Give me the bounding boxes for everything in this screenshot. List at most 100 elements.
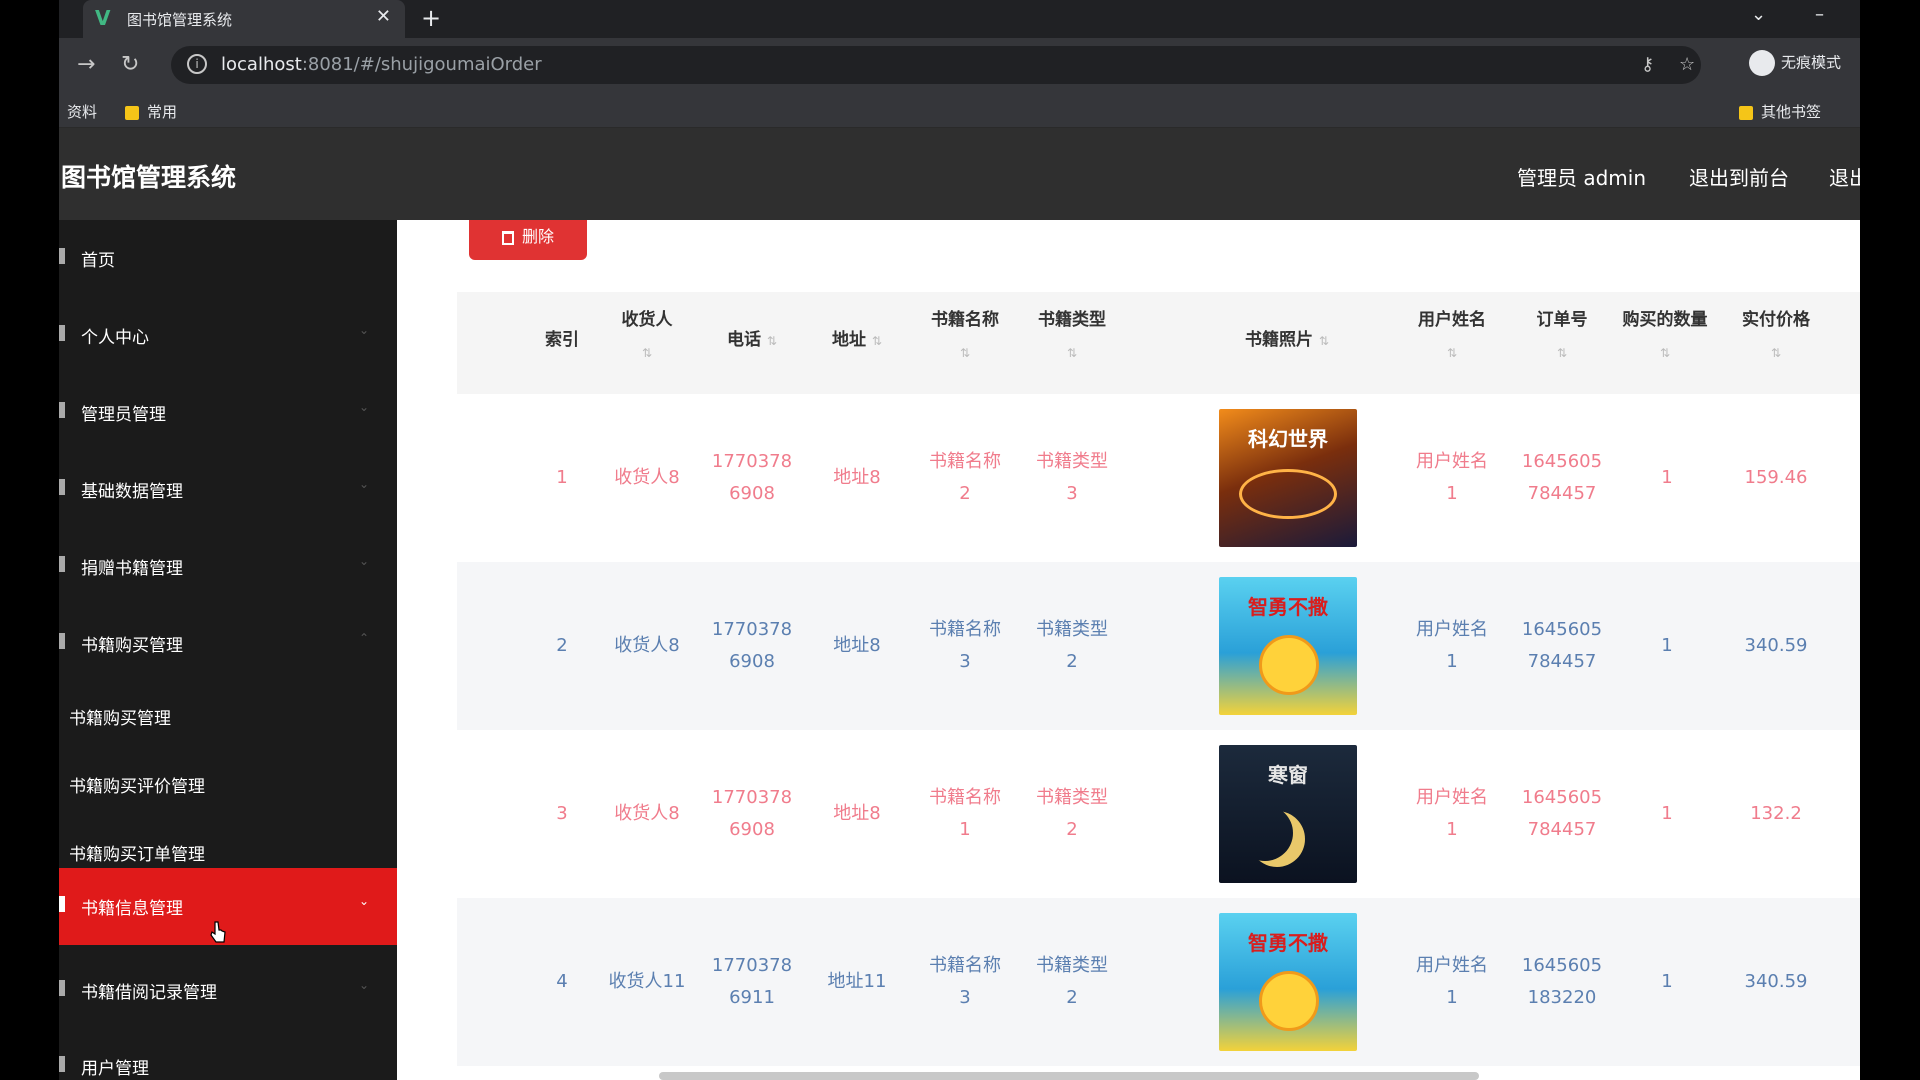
sort-icon: ⇅ [1659,346,1671,360]
address-bar: → ↻ i localhost:8081/#/shujigoumaiOrder … [59,38,1860,94]
sidebar-item-base-data[interactable]: 基础数据管理 ⌄ [59,451,397,528]
reload-icon[interactable]: ↻ [121,52,139,77]
cell-index: 3 [556,803,568,824]
forward-icon[interactable]: → [77,52,95,77]
col-receiver[interactable]: 收货人 ⇅ [602,304,692,369]
sidebar-subitem-review[interactable]: 书籍购买评价管理 [59,750,397,818]
cell-phone: 17703786908 [711,787,793,840]
bookmark-item[interactable]: 资料 [67,101,97,122]
browser-tab[interactable]: V 图书馆管理系统 ✕ [83,0,405,38]
cell-price: 132.2 [1750,803,1802,824]
sidebar-item-label: 管理员管理 [81,405,166,425]
col-order-no[interactable]: 订单号 ⇅ [1512,304,1612,369]
bookmarks-bar: 资料 常用 其他书签 [59,94,1860,128]
col-book-photo[interactable]: 书籍照片 ⇅ [1217,324,1357,357]
site-info-icon[interactable]: i [187,54,207,74]
chevron-down-icon: ⌄ [358,400,369,414]
cell-receiver: 收货人8 [614,803,680,824]
other-bookmarks[interactable]: 其他书签 [1739,101,1821,122]
new-tab-icon[interactable]: + [421,4,441,32]
admin-label: 管理员 admin [1517,166,1647,190]
sidebar-item-book-info[interactable]: 书籍信息管理 ⌄ [59,868,397,945]
star-icon[interactable]: ☆ [1679,54,1695,75]
sidebar-item-admins[interactable]: 管理员管理 ⌄ [59,374,397,451]
moon-graphic [1237,805,1293,861]
sidebar-item-donations[interactable]: 捐赠书籍管理 ⌄ [59,528,397,605]
cell-book-type: 书籍类型2 [1036,787,1108,840]
sidebar-item-label: 书籍购买评价管理 [69,777,205,797]
sidebar-item-personal[interactable]: 个人中心 ⌄ [59,297,397,374]
app-title: 图书馆管理系统 [61,163,237,192]
table-row[interactable]: 2 收货人8 17703786908 地址8 书籍名称3 书籍类型2 用户姓名1 164560… [457,562,1860,730]
col-book-type[interactable]: 书籍类型 ⇅ [1022,304,1122,369]
cell-book-name: 书籍名称1 [929,787,1001,840]
sidebar-item-purchase[interactable]: 书籍购买管理 ⌃ [59,605,397,682]
main-content: 删除 索引 收货人 ⇅ 电话 ⇅ 地址 ⇅ 书籍名称 ⇅ 书籍类型 ⇅ 书籍照片 ⇅ … [397,220,1860,1080]
gift-icon [59,556,65,572]
table-row[interactable]: 3 收货人8 17703786908 地址8 书籍名称1 书籍类型2 用户姓名1 164560… [457,730,1860,898]
book-cover-image[interactable]: 智勇不撒 [1219,577,1357,715]
app-header: 图书馆管理系统 管理员 admin 退出到前台 退出 [59,128,1860,220]
sidebar: 首页 个人中心 ⌄ 管理员管理 ⌄ 基础数据管理 ⌄ 捐赠书籍管理 ⌄ 书籍购买… [59,220,397,1080]
trash-icon [501,230,514,245]
close-tab-icon[interactable]: ✕ [376,6,391,27]
chevron-down-icon: ⌄ [358,323,369,337]
cell-index: 2 [556,635,568,656]
cart-icon [59,633,65,649]
cell-order-no: 1645605784457 [1521,451,1603,504]
planet-ring-graphic [1239,469,1337,519]
sidebar-item-borrow[interactable]: 书籍借阅记录管理 ⌄ [59,952,397,1029]
book-cover-image[interactable]: 寒窗 [1219,745,1357,883]
book-cover-image[interactable]: 智勇不撒 [1219,913,1357,1051]
sidebar-item-label: 基础数据管理 [81,482,183,502]
browser-window: V 图书馆管理系统 ✕ + ⌄ – → ↻ i localhost:8081/#… [59,0,1860,1080]
cell-index: 1 [556,467,568,488]
sidebar-item-label: 首页 [81,251,115,271]
bookmark-folder[interactable]: 常用 [125,101,177,122]
book-cover-image[interactable]: 科幻世界 [1219,409,1357,547]
col-price[interactable]: 实付价格 ⇅ [1721,304,1831,369]
cell-receiver: 收货人8 [614,635,680,656]
cell-order-no: 1645605183220 [1521,955,1603,1008]
incognito-profile[interactable]: 无痕模式 [1749,50,1841,76]
horizontal-scrollbar[interactable] [659,1072,1479,1080]
sidebar-item-home[interactable]: 首页 [59,220,397,297]
tab-search-icon[interactable]: ⌄ [1751,4,1766,25]
folder-icon [125,105,139,120]
sidebar-subitem-purchase[interactable]: 书籍购买管理 [59,682,397,750]
book-cover-title: 智勇不撒 [1248,595,1328,619]
sidebar-item-label: 个人中心 [81,328,149,348]
table-row[interactable]: 4 收货人11 17703786911 地址11 书籍名称3 书籍类型2 用户姓名1 1645… [457,898,1860,1066]
col-quantity[interactable]: 购买的数量 ⇅ [1615,304,1715,369]
incognito-icon [1749,50,1775,76]
col-phone[interactable]: 电话 ⇅ [697,324,807,357]
sort-icon: ⇅ [871,334,882,348]
sort-icon: ⇅ [1066,346,1078,360]
minimize-icon[interactable]: – [1815,4,1824,25]
sort-icon: ⇅ [1318,334,1329,348]
cell-user-name: 用户姓名1 [1416,787,1488,840]
cell-book-type: 书籍类型3 [1036,451,1108,504]
key-icon[interactable]: ⚷ [1641,54,1654,75]
delete-button[interactable]: 删除 [469,220,587,260]
col-address[interactable]: 地址 ⇅ [807,324,907,357]
cell-address: 地址8 [833,467,881,488]
chevron-down-icon: ⌄ [358,477,369,491]
sort-icon: ⇅ [959,346,971,360]
col-index[interactable]: 索引 [527,324,597,356]
table-row[interactable]: 1 收货人8 17703786908 地址8 书籍名称2 书籍类型3 用户姓名1 164560… [457,394,1860,562]
col-user-name[interactable]: 用户姓名 ⇅ [1402,304,1502,369]
url-input[interactable]: i localhost:8081/#/shujigoumaiOrder ⚷ ☆ [171,46,1701,84]
chevron-down-icon: ⌄ [358,554,369,568]
cell-book-name: 书籍名称2 [929,451,1001,504]
sidebar-item-users[interactable]: 用户管理 [59,1028,397,1080]
book-icon [59,896,65,912]
cell-quantity: 1 [1661,635,1673,656]
vue-logo-icon: V [95,6,111,30]
exit-front-link[interactable]: 退出到前台 [1689,162,1789,191]
cell-book-type: 书籍类型2 [1036,955,1108,1008]
sort-icon: ⇅ [1556,346,1568,360]
logout-link[interactable]: 退出 [1829,162,1860,191]
col-book-name[interactable]: 书籍名称 ⇅ [915,304,1015,369]
cell-user-name: 用户姓名1 [1416,955,1488,1008]
